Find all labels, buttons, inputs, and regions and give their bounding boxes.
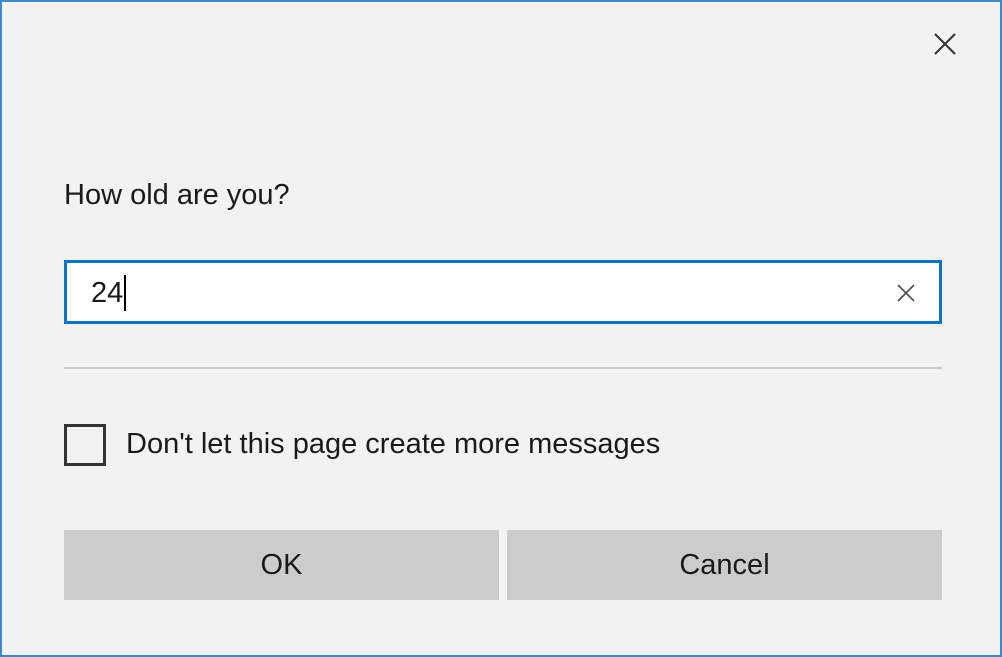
text-input[interactable]: 24 xyxy=(64,260,942,324)
close-icon xyxy=(934,33,956,55)
cancel-button[interactable]: Cancel xyxy=(507,530,942,600)
ok-button[interactable]: OK xyxy=(64,530,499,600)
text-caret xyxy=(124,275,127,311)
prompt-text: How old are you? xyxy=(64,179,290,211)
close-button[interactable] xyxy=(927,26,963,62)
divider xyxy=(64,367,942,369)
clear-input-icon xyxy=(897,284,915,302)
suppress-messages-label[interactable]: Don't let this page create more messages xyxy=(126,426,660,462)
prompt-dialog: How old are you? 24 Don't let this page … xyxy=(0,0,1002,657)
input-value-wrap: 24 xyxy=(91,275,127,311)
suppress-messages-checkbox[interactable] xyxy=(64,424,106,466)
input-value: 24 xyxy=(91,277,124,309)
clear-input-button[interactable] xyxy=(893,280,919,306)
